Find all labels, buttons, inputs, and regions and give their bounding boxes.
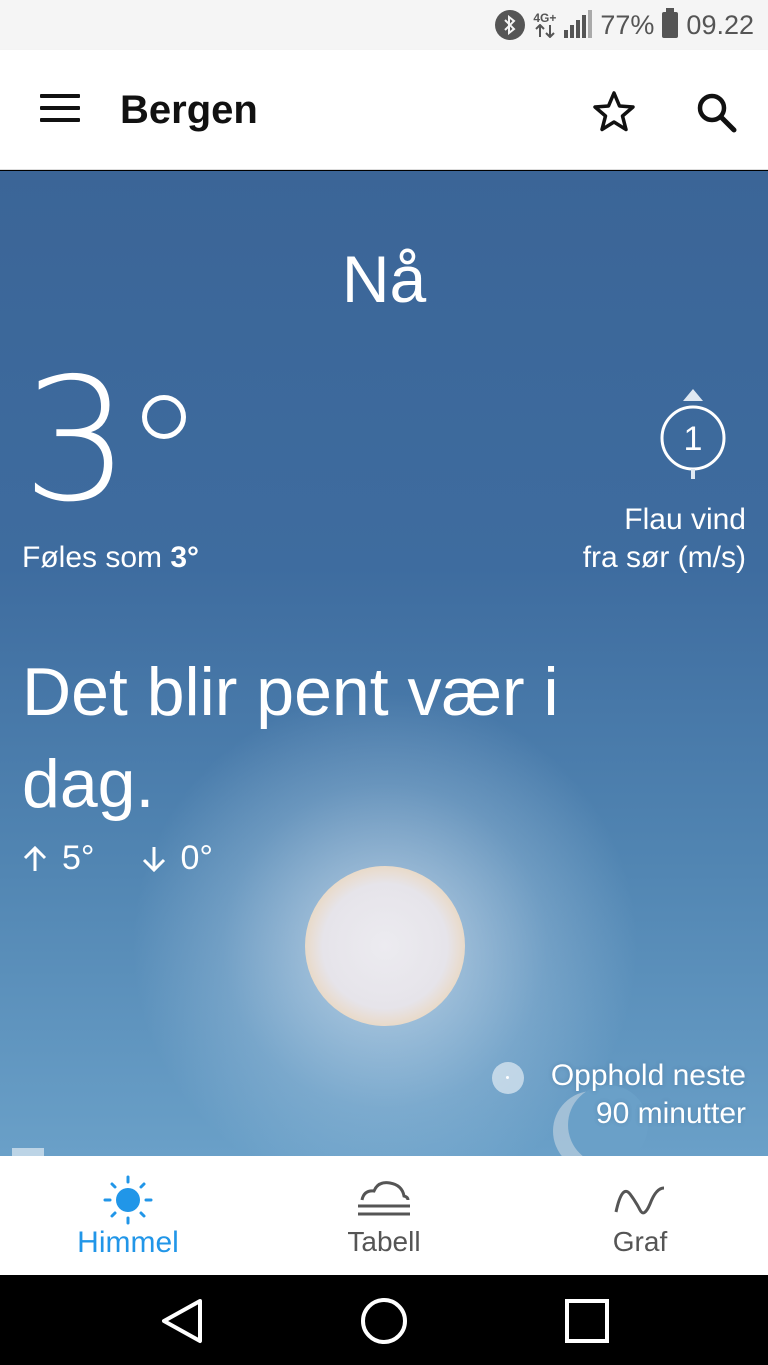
wind-description-line2: fra sør (m/s) — [582, 541, 746, 574]
tab-tabell-label: Tabell — [347, 1226, 421, 1257]
bottom-tab-bar: Himmel Tabell Graf — [0, 1156, 768, 1275]
high-temperature-value: 5° — [62, 839, 95, 877]
wind-indicator: 1 — [658, 386, 728, 482]
sun-icon — [101, 1174, 155, 1226]
star-icon[interactable] — [590, 88, 638, 136]
back-icon[interactable] — [158, 1297, 206, 1345]
high-temperature: 5° — [22, 839, 95, 878]
location-title: Bergen — [120, 88, 258, 132]
status-bar: 4G+ 77% 09.22 — [0, 0, 768, 50]
low-temperature-value: 0° — [180, 839, 214, 877]
current-temperature: 3 — [22, 342, 130, 540]
app-bar: Bergen — [0, 50, 768, 170]
feels-like: Føles som 3° — [22, 541, 199, 575]
wind-description-line1: Flau vind — [624, 503, 746, 536]
degree-symbol — [142, 395, 186, 439]
battery-icon — [662, 8, 679, 38]
sun-illustration — [305, 866, 465, 1026]
tab-graf[interactable]: Graf — [512, 1156, 768, 1275]
low-temperature: 0° — [141, 839, 214, 878]
tab-graf-label: Graf — [612, 1226, 668, 1257]
feels-like-value: 3° — [170, 541, 200, 574]
battery-percent: 77% — [600, 9, 655, 40]
tab-tabell[interactable]: Tabell — [256, 1156, 512, 1275]
recent-apps-icon[interactable] — [563, 1297, 611, 1345]
min-max-temperature: 5° 0° — [22, 839, 213, 878]
precipitation-icon — [492, 1062, 524, 1094]
weather-now-panel: Nå 3 Føles som 3° 1 Flau vind fra sør (m… — [0, 171, 768, 1156]
data-arrows-icon — [535, 24, 555, 38]
arrow-up-icon — [23, 845, 47, 871]
tab-himmel-label: Himmel — [77, 1226, 179, 1259]
wind-description: Flau vind fra sør (m/s) — [583, 501, 746, 577]
wave-graph-icon — [612, 1174, 668, 1226]
search-icon[interactable] — [692, 88, 740, 136]
network-type-label: 4G+ — [533, 11, 557, 25]
signal-icon — [564, 10, 593, 38]
precipitation-line1: Opphold neste — [550, 1059, 746, 1092]
network-type-icon: 4G+ — [533, 12, 556, 38]
forecast-summary: Det blir pent vær i dag. — [22, 654, 559, 822]
period-label: Nå — [341, 242, 427, 316]
corner-indicator — [12, 1148, 44, 1156]
menu-icon[interactable] — [40, 94, 80, 124]
precipitation-line2: 90 minutter — [595, 1097, 746, 1130]
feels-like-label: Føles som — [22, 541, 163, 574]
system-navigation-bar — [0, 1275, 768, 1365]
bluetooth-icon — [495, 10, 526, 40]
tab-himmel[interactable]: Himmel — [0, 1156, 256, 1275]
wind-speed: 1 — [683, 420, 703, 458]
precipitation-nowcast[interactable]: Opphold neste 90 minutter — [551, 1057, 746, 1133]
cloud-lines-icon — [356, 1174, 412, 1226]
clock: 09.22 — [686, 9, 754, 40]
home-icon[interactable] — [360, 1297, 408, 1345]
arrow-down-icon — [142, 846, 165, 872]
